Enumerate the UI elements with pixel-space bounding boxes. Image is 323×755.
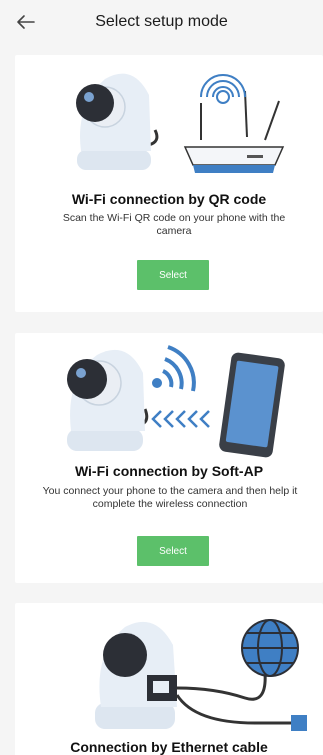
- camera-icon: [95, 621, 177, 729]
- ethernet-cable: [176, 672, 267, 701]
- mode-title: Wi-Fi connection by Soft-AP: [74, 463, 264, 479]
- wifi-signal-icon: [152, 345, 196, 392]
- camera-ethernet-illustration: [95, 619, 307, 731]
- chevrons-left-icon: [151, 410, 210, 428]
- camera-router-illustration: [76, 73, 285, 173]
- router-icon: [183, 74, 285, 173]
- mode-title: Connection by Ethernet cable: [70, 739, 268, 755]
- header-bar: Select setup mode: [0, 0, 323, 44]
- mode-card-soft-ap[interactable]: Wi-Fi connection by Soft-AP You connect …: [15, 333, 323, 583]
- page-title: Select setup mode: [95, 13, 228, 30]
- power-plug-icon: [291, 715, 307, 731]
- camera-icon: [67, 349, 149, 451]
- power-cable: [175, 694, 299, 725]
- mode-card-ethernet[interactable]: Connection by Ethernet cable: [15, 603, 323, 755]
- camera-icon: [76, 73, 159, 170]
- select-button[interactable]: Select: [137, 260, 209, 290]
- camera-phone-illustration: [67, 345, 285, 458]
- mode-title: Wi-Fi connection by QR code: [71, 191, 267, 207]
- mode-card-qr-code[interactable]: Wi-Fi connection by QR code Scan the Wi-…: [15, 55, 323, 312]
- select-button[interactable]: Select: [137, 536, 209, 566]
- mode-description: Scan the Wi-Fi QR code on your phone wit…: [62, 212, 286, 237]
- phone-icon: [219, 352, 285, 458]
- mode-description: You connect your phone to the camera and…: [42, 485, 298, 510]
- globe-icon: [241, 619, 299, 677]
